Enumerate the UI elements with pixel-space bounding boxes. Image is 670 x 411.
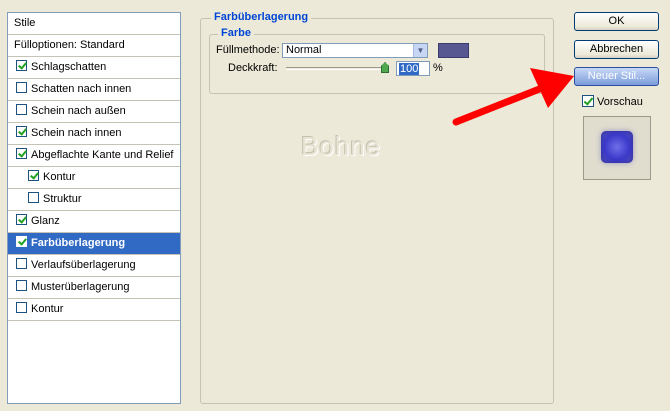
style-item-label: Musterüberlagerung — [31, 281, 130, 293]
style-item-verlaufsüberlagerung[interactable]: Verlaufsüberlagerung — [8, 255, 180, 277]
style-item-label: Schein nach innen — [31, 127, 122, 139]
preview-label: Vorschau — [597, 96, 643, 108]
style-item-label: Abgeflachte Kante und Relief — [31, 149, 174, 161]
checkbox-unchecked-icon[interactable] — [28, 192, 39, 203]
opacity-label: Deckkraft: — [228, 62, 278, 74]
subgroup-title: Farbe — [218, 27, 254, 39]
style-preview — [583, 116, 651, 180]
opacity-slider-thumb[interactable] — [381, 62, 389, 73]
style-item-schein-nach-innen[interactable]: Schein nach innen — [8, 123, 180, 145]
style-item-label: Glanz — [31, 215, 60, 227]
ok-button[interactable]: OK — [574, 12, 659, 31]
style-item-kontur[interactable]: Kontur — [8, 299, 180, 321]
style-item-kontur[interactable]: Kontur — [8, 167, 180, 189]
checkbox-unchecked-icon[interactable] — [16, 104, 27, 115]
style-item-schlagschatten[interactable]: Schlagschatten — [8, 57, 180, 79]
checkbox-checked-icon[interactable] — [582, 95, 594, 107]
style-item-label: Schlagschatten — [31, 61, 107, 73]
blend-mode-label: Füllmethode: — [216, 44, 280, 56]
red-arrow-shaft — [452, 84, 546, 126]
group-title: Farbüberlagerung — [211, 11, 312, 23]
style-item-schatten-nach-innen[interactable]: Schatten nach innen — [8, 79, 180, 101]
style-item-label: Verlaufsüberlagerung — [31, 259, 136, 271]
style-item-schein-nach-außen[interactable]: Schein nach außen — [8, 101, 180, 123]
checkbox-checked-icon[interactable] — [16, 148, 27, 159]
blend-mode-select[interactable]: Normal ▼ — [282, 43, 428, 58]
cancel-button[interactable]: Abbrechen — [574, 40, 659, 59]
checkbox-unchecked-icon[interactable] — [16, 280, 27, 291]
checkbox-unchecked-icon[interactable] — [16, 258, 27, 269]
preview-square — [601, 131, 633, 163]
style-item-glanz[interactable]: Glanz — [8, 211, 180, 233]
style-item-label: Stile — [14, 17, 36, 29]
style-item-musterüberlagerung[interactable]: Musterüberlagerung — [8, 277, 180, 299]
checkbox-unchecked-icon[interactable] — [16, 302, 27, 313]
style-item-struktur[interactable]: Struktur — [8, 189, 180, 211]
color-swatch[interactable] — [438, 43, 469, 58]
opacity-input[interactable]: 100 — [396, 61, 430, 76]
style-item-label: Kontur — [43, 171, 76, 183]
red-arrow-icon — [452, 68, 574, 126]
style-item-stile[interactable]: Stile — [8, 13, 180, 35]
style-item-label: Farbüberlagerung — [31, 237, 126, 249]
preview-checkbox[interactable]: Vorschau — [582, 95, 643, 108]
style-item-fülloptionen-standard[interactable]: Fülloptionen: Standard — [8, 35, 180, 57]
style-item-farbüberlagerung[interactable]: Farbüberlagerung — [8, 233, 180, 255]
style-item-abgeflachte-kante-und-relief[interactable]: Abgeflachte Kante und Relief — [8, 145, 180, 167]
opacity-slider-track[interactable] — [286, 67, 386, 70]
style-item-label: Schein nach außen — [31, 105, 126, 117]
checkbox-checked-icon[interactable] — [16, 126, 27, 137]
bohne-watermark: Bohne — [301, 131, 382, 161]
style-item-label: Fülloptionen: Standard — [14, 39, 125, 51]
checkbox-checked-icon[interactable] — [16, 236, 27, 247]
style-item-label: Schatten nach innen — [31, 83, 132, 95]
checkbox-checked-icon[interactable] — [28, 170, 39, 181]
checkbox-checked-icon[interactable] — [16, 60, 27, 71]
chevron-down-icon[interactable]: ▼ — [413, 44, 427, 57]
blend-mode-value: Normal — [286, 44, 322, 56]
checkbox-unchecked-icon[interactable] — [16, 82, 27, 93]
style-item-label: Kontur — [31, 303, 64, 315]
checkbox-checked-icon[interactable] — [16, 214, 27, 225]
opacity-value: 100 — [399, 63, 420, 75]
new-style-button[interactable]: Neuer Stil... — [574, 67, 659, 86]
percent-unit: % — [433, 62, 443, 74]
style-list: Stile Fülloptionen: Standard Schlagschatte… — [7, 12, 181, 404]
style-item-label: Struktur — [43, 193, 82, 205]
